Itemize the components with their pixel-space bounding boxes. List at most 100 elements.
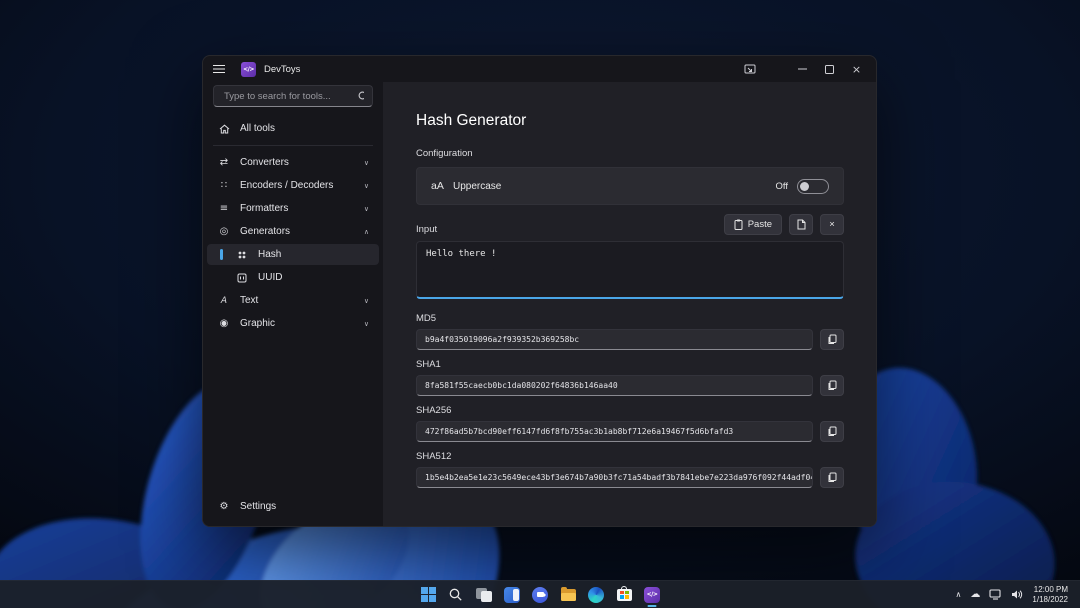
text-icon: A — [217, 296, 231, 306]
active-app-indicator — [648, 605, 657, 608]
minimize-button[interactable] — [789, 56, 816, 82]
sidebar-item-label: Converters — [240, 157, 289, 168]
minimize-icon — [798, 68, 807, 70]
tool-search-box[interactable] — [213, 85, 373, 107]
uppercase-icon: aA — [431, 180, 453, 192]
sidebar-item-label: Text — [240, 295, 258, 306]
graphic-icon: ◉ — [217, 318, 231, 329]
toggle-knob — [800, 182, 809, 191]
edge-browser-icon — [588, 587, 604, 603]
sidebar-item-label: UUID — [258, 272, 282, 283]
uuid-icon — [235, 273, 249, 283]
sha512-output-field[interactable]: 1b5e4b2ea5e1e23c5649ece43bf3e674b7a90b3f… — [416, 467, 813, 488]
load-file-button[interactable] — [789, 214, 813, 235]
taskbar-store-button[interactable] — [612, 581, 636, 608]
chevron-down-icon: ∨ — [364, 182, 369, 190]
md5-label: MD5 — [416, 313, 844, 324]
search-icon — [358, 91, 364, 102]
copy-icon — [827, 472, 837, 483]
sidebar-item-formatters[interactable]: ≡ Formatters ∨ — [207, 198, 379, 219]
sidebar-item-generators[interactable]: ◎ Generators ∧ — [207, 221, 379, 242]
sidebar-item-graphic[interactable]: ◉ Graphic ∨ — [207, 313, 379, 334]
taskbar-chat-button[interactable] — [528, 581, 552, 608]
copy-icon — [827, 426, 837, 437]
sha256-row: 472f86ad5b7bcd90eff6147fd6f8fb755ac3b1ab… — [416, 421, 844, 442]
sha256-label: SHA256 — [416, 405, 844, 416]
compact-overlay-icon — [744, 64, 756, 74]
clear-input-button[interactable]: × — [820, 214, 844, 235]
copy-icon — [827, 334, 837, 345]
close-button[interactable]: × — [843, 56, 870, 82]
md5-copy-button[interactable] — [820, 329, 844, 350]
taskbar-clock[interactable]: 12:00 PM 1/18/2022 — [1032, 585, 1068, 605]
window-title: DevToys — [264, 64, 300, 75]
taskbar-task-view-button[interactable] — [472, 581, 496, 608]
devtoys-logo-icon: </> — [241, 62, 256, 77]
compact-overlay-button[interactable] — [736, 56, 763, 82]
main-content: Hash Generator Configuration aA Uppercas… — [383, 82, 876, 526]
md5-row: b9a4f035019096a2f939352b369258bc — [416, 329, 844, 350]
sidebar-item-label: Graphic — [240, 318, 275, 329]
sidebar: All tools ⇄ Converters ∨ ∷ Encoders / De… — [203, 82, 383, 526]
sha1-output-field[interactable]: 8fa581f55caecb0bc1da080202f64836b146aa40 — [416, 375, 813, 396]
sidebar-item-text[interactable]: A Text ∨ — [207, 290, 379, 311]
maximize-icon — [825, 65, 834, 74]
uppercase-toggle[interactable] — [797, 179, 829, 194]
desktop: </> DevToys × — [0, 0, 1080, 608]
sha1-row: 8fa581f55caecb0bc1da080202f64836b146aa40 — [416, 375, 844, 396]
sidebar-item-hash[interactable]: Hash — [207, 244, 379, 265]
chevron-down-icon: ∨ — [364, 297, 369, 305]
sha512-label: SHA512 — [416, 451, 844, 462]
home-icon — [217, 124, 231, 134]
taskbar-search-button[interactable] — [444, 581, 468, 608]
sidebar-item-encoders-decoders[interactable]: ∷ Encoders / Decoders ∨ — [207, 175, 379, 196]
uppercase-label: Uppercase — [453, 181, 501, 192]
configuration-section-label: Configuration — [416, 148, 844, 159]
devtoys-icon: </> — [644, 587, 660, 603]
clock-date: 1/18/2022 — [1032, 595, 1068, 605]
maximize-button[interactable] — [816, 56, 843, 82]
chevron-up-icon: ∧ — [364, 228, 369, 236]
taskbar-devtoys-button[interactable]: </> — [640, 581, 664, 608]
network-icon[interactable] — [989, 589, 1002, 600]
gear-icon: ⚙ — [217, 501, 231, 512]
sidebar-item-label: Formatters — [240, 203, 288, 214]
md5-output-field[interactable]: b9a4f035019096a2f939352b369258bc — [416, 329, 813, 350]
sha256-copy-button[interactable] — [820, 421, 844, 442]
sha512-copy-button[interactable] — [820, 467, 844, 488]
sidebar-item-settings[interactable]: ⚙ Settings — [207, 496, 379, 517]
title-bar[interactable]: </> DevToys × — [203, 56, 876, 82]
sha256-output-field[interactable]: 472f86ad5b7bcd90eff6147fd6f8fb755ac3b1ab… — [416, 421, 813, 442]
paste-icon — [734, 219, 743, 230]
taskbar-widgets-button[interactable] — [500, 581, 524, 608]
file-icon — [797, 219, 806, 230]
chevron-down-icon: ∨ — [364, 320, 369, 328]
file-explorer-icon — [561, 589, 576, 601]
hash-icon — [235, 250, 249, 260]
taskbar: </> ∧ ☁ 12:00 PM 1/18/2022 — [0, 580, 1080, 608]
sidebar-item-converters[interactable]: ⇄ Converters ∨ — [207, 152, 379, 173]
sidebar-item-label: Generators — [240, 226, 290, 237]
chevron-down-icon: ∨ — [364, 159, 369, 167]
taskbar-file-explorer-button[interactable] — [556, 581, 580, 608]
chevron-down-icon: ∨ — [364, 205, 369, 213]
windows-start-icon — [421, 587, 436, 602]
clock-time: 12:00 PM — [1032, 585, 1068, 595]
onedrive-cloud-icon[interactable]: ☁ — [970, 589, 980, 600]
sidebar-item-all-tools[interactable]: All tools — [207, 118, 379, 139]
hamburger-icon — [213, 64, 225, 74]
formatters-icon: ≡ — [217, 203, 231, 214]
search-input[interactable] — [222, 90, 358, 103]
converters-icon: ⇄ — [217, 157, 231, 168]
sidebar-item-uuid[interactable]: UUID — [207, 267, 379, 288]
nav-menu-button[interactable] — [213, 64, 235, 74]
devtoys-window: </> DevToys × — [202, 55, 877, 527]
hash-input-textarea[interactable]: Hello there ! — [416, 241, 844, 299]
volume-icon[interactable] — [1011, 589, 1023, 600]
tray-chevron-up-icon[interactable]: ∧ — [956, 590, 962, 599]
paste-button[interactable]: Paste — [724, 214, 782, 235]
taskbar-edge-button[interactable] — [584, 581, 608, 608]
taskbar-start-button[interactable] — [416, 581, 440, 608]
sha1-copy-button[interactable] — [820, 375, 844, 396]
search-icon — [449, 588, 463, 602]
